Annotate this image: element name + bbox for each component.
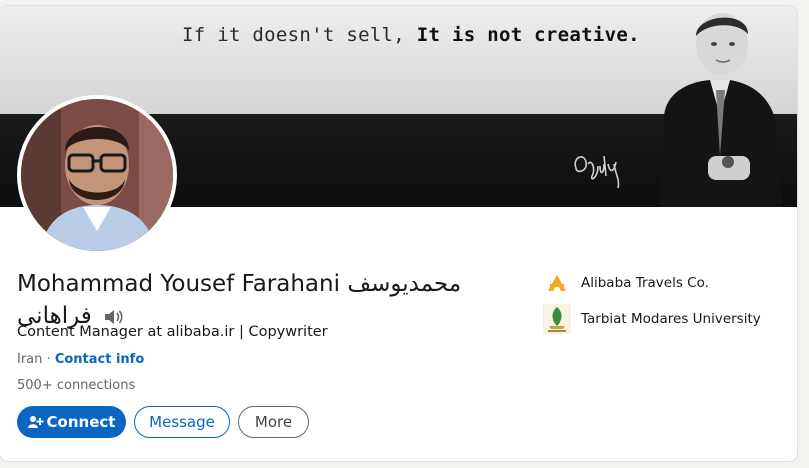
- more-button[interactable]: More: [238, 406, 309, 438]
- add-person-icon: [27, 416, 44, 428]
- ogilvy-portrait: [660, 13, 782, 207]
- alibaba-logo-icon: [543, 268, 571, 298]
- org-name-university: Tarbiat Modares University: [581, 311, 761, 327]
- profile-name-text: Mohammad Yousef Farahani محمدیوسف فراهان…: [17, 271, 462, 329]
- more-button-label: More: [254, 413, 293, 431]
- pronunciation-speaker-icon[interactable]: [103, 308, 125, 326]
- banner-quote-normal: If it doesn't sell,: [182, 24, 406, 46]
- connect-button[interactable]: Connect: [17, 406, 126, 438]
- org-item-alibaba[interactable]: Alibaba Travels Co.: [543, 268, 709, 298]
- connect-button-label: Connect: [46, 413, 116, 431]
- profile-headline: Content Manager at alibaba.ir | Copywrit…: [17, 324, 328, 340]
- profile-location-row: Iran · Contact info: [17, 352, 144, 367]
- message-button[interactable]: Message: [134, 406, 230, 438]
- org-name-alibaba: Alibaba Travels Co.: [581, 275, 709, 291]
- university-logo-icon: [543, 304, 571, 334]
- ogilvy-signature: [574, 155, 620, 189]
- contact-info-link[interactable]: Contact info: [55, 352, 144, 367]
- banner-quote: If it doesn't sell, It is not creative.: [182, 24, 640, 46]
- org-item-university[interactable]: Tarbiat Modares University: [543, 304, 761, 334]
- profile-avatar[interactable]: [17, 95, 177, 255]
- profile-location: Iran: [17, 352, 43, 367]
- profile-name: Mohammad Yousef Farahani محمدیوسف فراهان…: [17, 268, 517, 332]
- connections-count: 500+ connections: [17, 378, 136, 393]
- avatar-photo: [21, 99, 173, 251]
- location-separator: ·: [46, 352, 51, 367]
- banner-quote-bold: It is not creative.: [416, 24, 640, 46]
- profile-card: If it doesn't sell, It is not creative.: [0, 6, 797, 461]
- message-button-label: Message: [149, 413, 215, 431]
